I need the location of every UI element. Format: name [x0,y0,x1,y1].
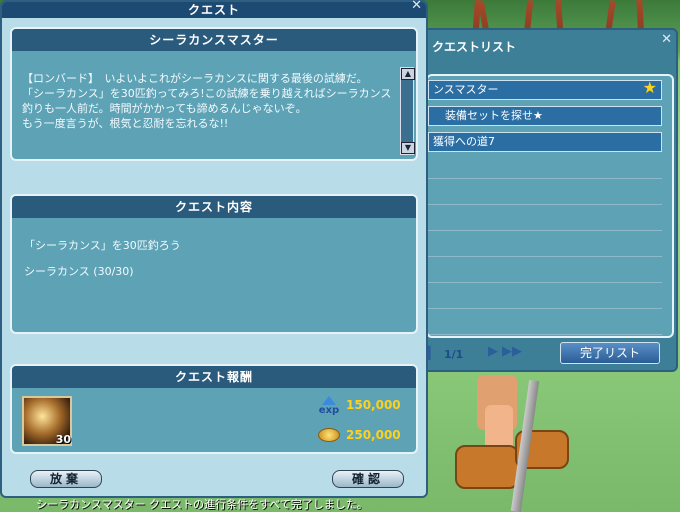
complete-list-button[interactable]: 完了リスト [560,342,660,364]
quest-description-panel: シーラカンスマスター 【ロンバード】 いよいよこれがシーラカンスに関する最後の試… [10,27,418,161]
quest-reward-panel: クエスト報酬 30 exp 150,000 250,000 [10,364,418,454]
quest-list-panel: ンスマスター ★ 装備セットを探せ★ 獲得への道7 [426,74,674,338]
page-indicator: 1/1 [444,348,464,361]
quest-list-item-label: 獲得への道7 [433,135,495,148]
quest-progress: シーラカンス (30/30) [24,265,134,278]
reward-item-icon[interactable]: 30 [22,396,72,446]
quest-list-item-label: ンスマスター [433,83,499,96]
scroll-down-icon[interactable]: ▼ [401,142,415,154]
exp-label: exp [318,405,340,416]
system-message: シーラカンスマスター クエストの進行条件をすべて完了しました。 [36,498,368,511]
quest-objective: 「シーラカンス」を30匹釣ろう [24,239,181,252]
page-last-icon[interactable]: ▶▶ [502,344,522,359]
close-icon[interactable]: ✕ [411,0,422,13]
quest-content-header: クエスト内容 [12,196,416,218]
quest-window-title: クエスト [2,2,426,18]
quest-list-item-label: 装備セットを探せ★ [445,109,543,122]
gold-value: 250,000 [346,428,401,442]
quest-list-item[interactable]: 装備セットを探せ★ [428,106,662,126]
quest-description-header: シーラカンスマスター [12,29,416,51]
quest-list-empty-row [428,154,662,179]
quest-list-item[interactable]: ンスマスター ★ [428,78,662,100]
scroll-up-icon[interactable]: ▲ [401,68,415,80]
quest-list-empty-row [428,258,662,283]
quest-content-panel: クエスト内容 「シーラカンス」を30匹釣ろう シーラカンス (30/30) [10,194,418,334]
abandon-button[interactable]: 放棄 [30,470,102,488]
quest-list-empty-row [428,206,662,231]
star-icon: ★ [642,78,657,97]
quest-list-empty-row [428,232,662,257]
quest-list-title: クエストリスト [432,40,517,54]
reward-item-count: 30 [55,433,71,446]
exp-icon: exp [318,396,340,418]
quest-description-text: 【ロンバード】 いよいよこれがシーラカンスに関する最後の試練だ。 「シーラカンス… [22,72,392,130]
quest-list-empty-row [428,284,662,309]
description-scrollbar[interactable]: ▲ ▼ [400,67,415,155]
quest-reward-header: クエスト報酬 [12,366,416,388]
quest-list-window: クエストリスト ✕ ンスマスター ★ 装備セットを探せ★ 獲得への道7 ▌ 1/… [420,28,678,372]
quest-window: クエスト ✕ シーラカンスマスター 【ロンバード】 いよいよこれがシーラカンスに… [0,0,428,498]
quest-list-empty-row [428,180,662,205]
page-next-icon[interactable]: ▶ [488,344,498,359]
confirm-button[interactable]: 確認 [332,470,404,488]
exp-value: 150,000 [346,398,401,412]
quest-list-item[interactable]: 獲得への道7 [428,132,662,152]
gold-icon [318,428,340,442]
close-icon[interactable]: ✕ [661,32,672,47]
quest-list-empty-row [428,310,662,335]
